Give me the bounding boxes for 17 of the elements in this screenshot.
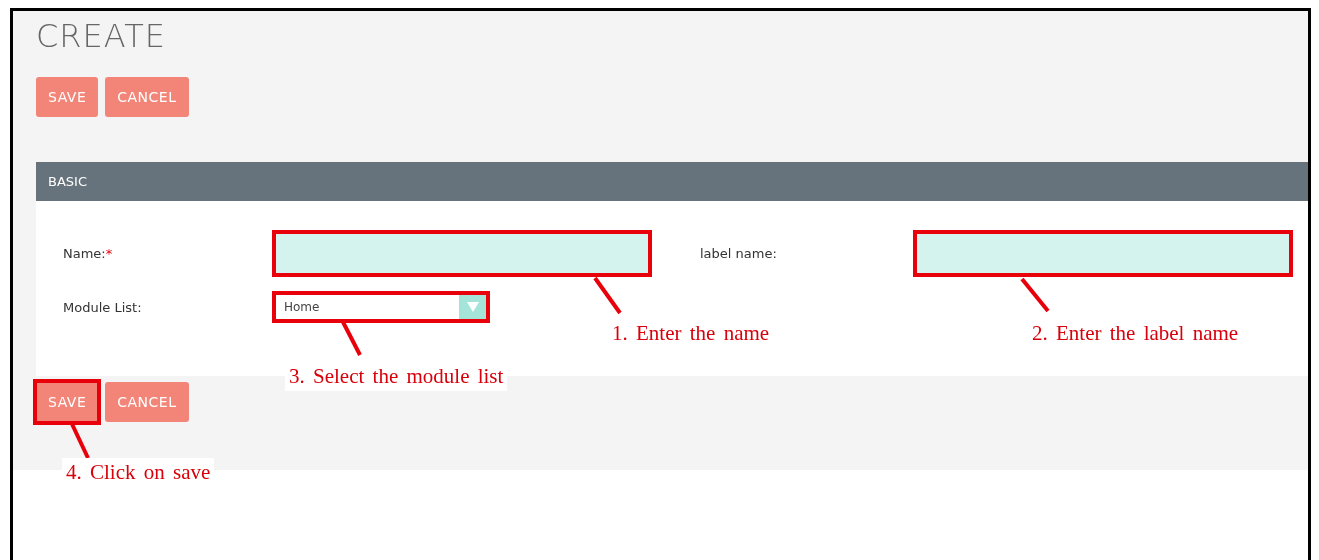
save-button[interactable]: SAVE [36, 77, 99, 117]
field-label: label name: [700, 246, 778, 261]
input-field[interactable] [272, 230, 652, 277]
caret-icon [466, 302, 479, 312]
field-label: Name:* [63, 246, 114, 261]
cancel-button[interactable]: CANCEL [105, 77, 189, 117]
field-label: Module List: [63, 299, 143, 315]
dropdown[interactable]: Home [272, 291, 490, 323]
save-button[interactable]: SAVE [36, 382, 99, 422]
leader-line [593, 276, 622, 315]
page-title: CREATE [36, 16, 167, 56]
leader-line [1020, 277, 1050, 313]
section-header: BASIC [36, 162, 1308, 201]
cancel-button[interactable]: CANCEL [105, 382, 189, 422]
input-field[interactable] [913, 230, 1293, 277]
leader-line [341, 321, 362, 356]
leader-line [70, 423, 90, 459]
